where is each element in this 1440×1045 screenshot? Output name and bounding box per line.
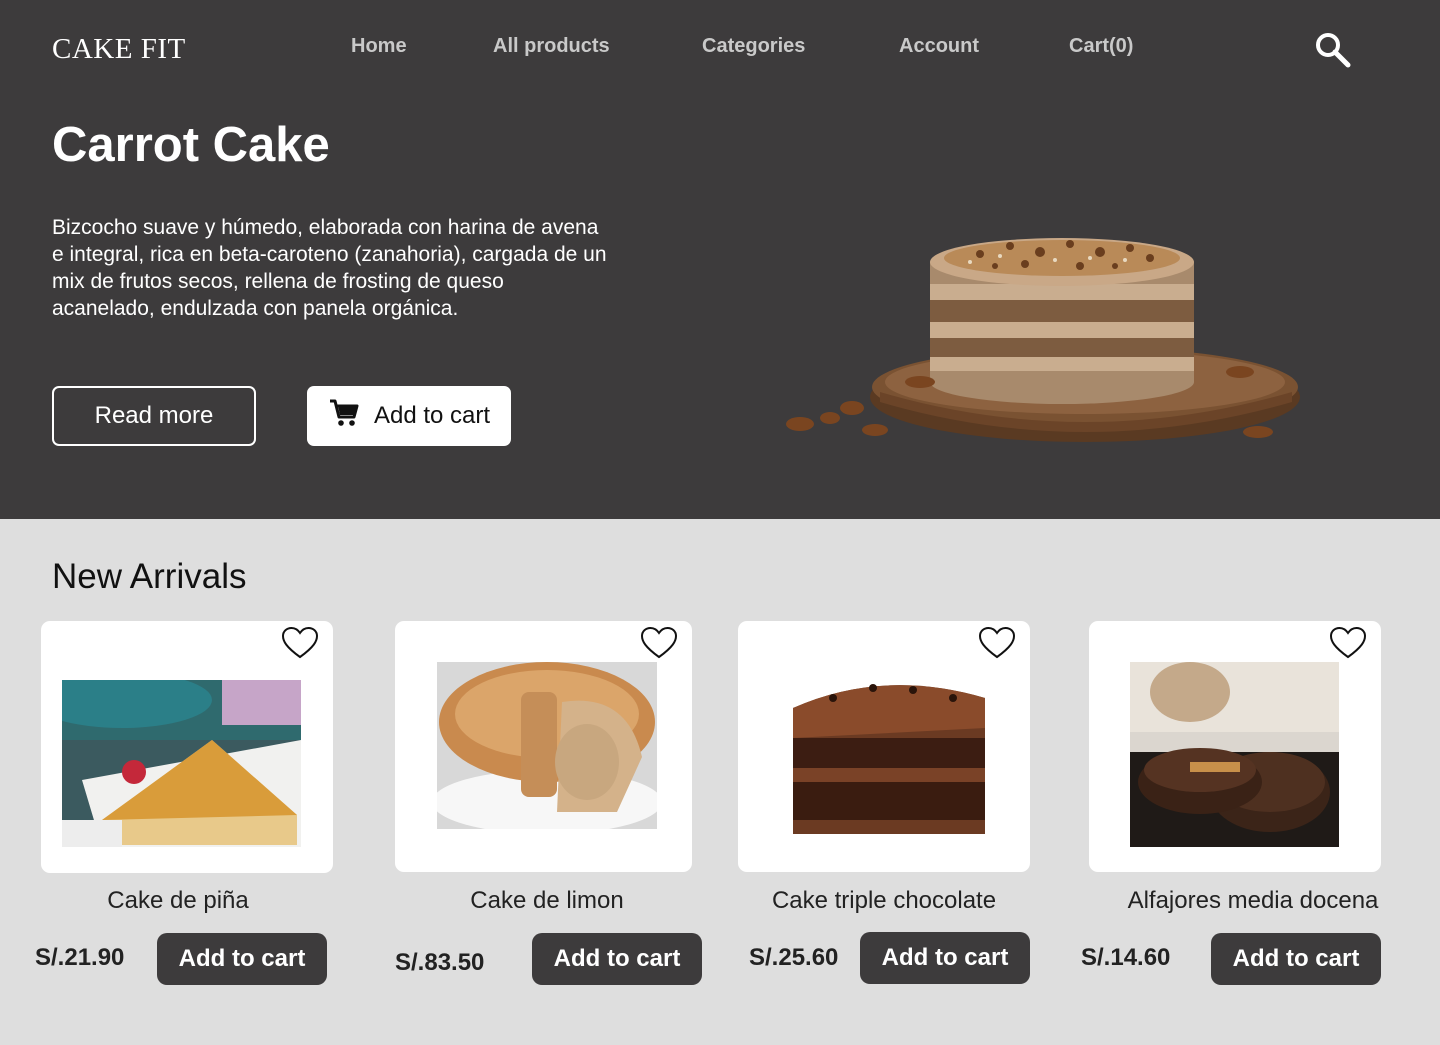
product-price: S/.83.50 xyxy=(395,949,485,976)
hero-add-to-cart-label: Add to cart xyxy=(373,402,491,429)
product-card[interactable] xyxy=(395,621,692,872)
nav-home[interactable]: Home xyxy=(351,35,407,58)
add-to-cart-label: Add to cart xyxy=(1232,945,1360,972)
product-name: Alfajores media docena xyxy=(1127,887,1379,914)
add-to-cart-button[interactable]: Add to cart xyxy=(157,933,327,985)
product-card[interactable] xyxy=(738,621,1030,872)
hero-add-to-cart-button[interactable]: Add to cart xyxy=(307,386,511,446)
product-price: S/.25.60 xyxy=(749,944,839,971)
heart-icon[interactable] xyxy=(640,625,678,661)
hero-section: CAKE FIT Home All products Categories Ac… xyxy=(0,0,1440,519)
hero-title: Carrot Cake xyxy=(52,118,330,172)
product-card[interactable] xyxy=(1089,621,1381,872)
nav-all-products[interactable]: All products xyxy=(493,35,610,58)
product-card[interactable] xyxy=(32,621,333,873)
product-image xyxy=(1130,662,1339,847)
cart-icon xyxy=(328,398,360,435)
product-name: Cake de limon xyxy=(470,887,624,914)
search-icon[interactable] xyxy=(1313,30,1353,70)
product-price: S/.14.60 xyxy=(1081,944,1171,971)
add-to-cart-button[interactable]: Add to cart xyxy=(860,932,1030,984)
nav-categories[interactable]: Categories xyxy=(702,35,805,58)
product-image xyxy=(793,668,985,834)
product-image xyxy=(32,672,301,847)
read-more-button[interactable]: Read more xyxy=(52,386,256,446)
add-to-cart-label: Add to cart xyxy=(881,944,1009,971)
product-name: Cake triple chocolate xyxy=(771,887,997,914)
product-image xyxy=(432,662,662,834)
heart-icon[interactable] xyxy=(978,625,1016,661)
product-price: S/.21.90 xyxy=(35,944,125,971)
add-to-cart-button[interactable]: Add to cart xyxy=(1211,933,1381,985)
heart-icon[interactable] xyxy=(1329,625,1367,661)
heart-icon[interactable] xyxy=(281,625,319,661)
add-to-cart-button[interactable]: Add to cart xyxy=(532,933,702,985)
logo[interactable]: CAKE FIT xyxy=(52,33,186,66)
add-to-cart-label: Add to cart xyxy=(178,945,306,972)
read-more-label: Read more xyxy=(94,402,214,429)
nav-account[interactable]: Account xyxy=(899,35,979,58)
add-to-cart-label: Add to cart xyxy=(553,945,681,972)
nav-cart[interactable]: Cart(0) xyxy=(1069,35,1133,58)
new-arrivals-title: New Arrivals xyxy=(52,557,247,596)
product-name: Cake de piña xyxy=(107,887,249,914)
hero-description: Bizcocho suave y húmedo, elaborada con h… xyxy=(52,216,607,320)
carrot-cake-image xyxy=(780,222,1310,457)
